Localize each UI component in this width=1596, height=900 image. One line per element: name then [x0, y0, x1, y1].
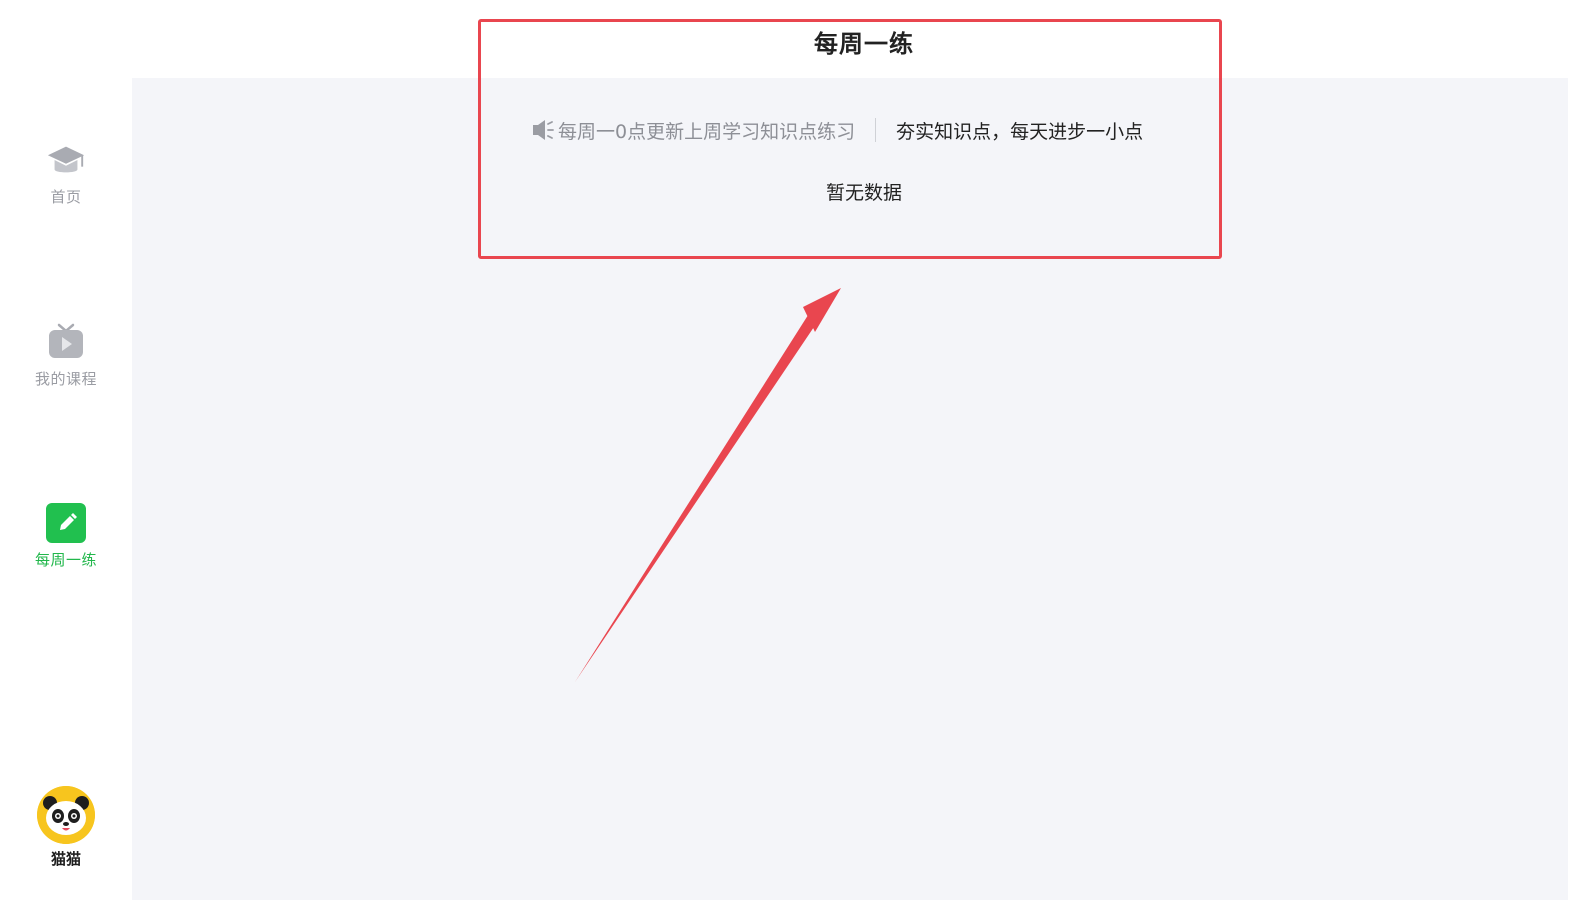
notice-text: 每周一0点更新上周学习知识点练习 — [558, 120, 856, 143]
user-profile[interactable]: 猫猫 — [0, 786, 132, 869]
tv-play-icon — [46, 322, 86, 362]
sidebar-item-label: 每周一练 — [34, 551, 97, 569]
window-edge — [1568, 0, 1596, 900]
page-title: 每周一练 — [814, 30, 914, 58]
graduation-cap-icon — [46, 140, 86, 180]
sidebar-item-weekly-practice[interactable]: 每周一练 — [0, 503, 132, 570]
notice-divider — [875, 118, 877, 142]
main-content: 每周一0点更新上周学习知识点练习 夯实知识点，每天进步一小点 暂无数据 — [132, 78, 1596, 900]
empty-state-text: 暂无数据 — [825, 182, 902, 204]
sidebar-item-label: 首页 — [50, 188, 82, 206]
user-name: 猫猫 — [50, 850, 81, 868]
sidebar-item-home[interactable]: 首页 — [0, 140, 132, 207]
sidebar-item-my-courses[interactable]: 我的课程 — [0, 322, 132, 389]
pencil-icon — [46, 503, 86, 543]
sidebar-item-label: 我的课程 — [34, 370, 97, 388]
sidebar: 首页 我的课程 每周一练 猫猫 — [0, 0, 132, 900]
app-window: 首页 我的课程 每周一练 猫猫 每周一练 每周一0点更新上周学习知识点练习 夯实… — [0, 0, 1596, 900]
notice-slogan: 夯实知识点，每天进步一小点 — [896, 120, 1144, 143]
speaker-icon — [532, 119, 556, 141]
notice-bar: 每周一0点更新上周学习知识点练习 夯实知识点，每天进步一小点 — [532, 116, 1143, 144]
panda-avatar-icon[interactable] — [37, 786, 95, 844]
